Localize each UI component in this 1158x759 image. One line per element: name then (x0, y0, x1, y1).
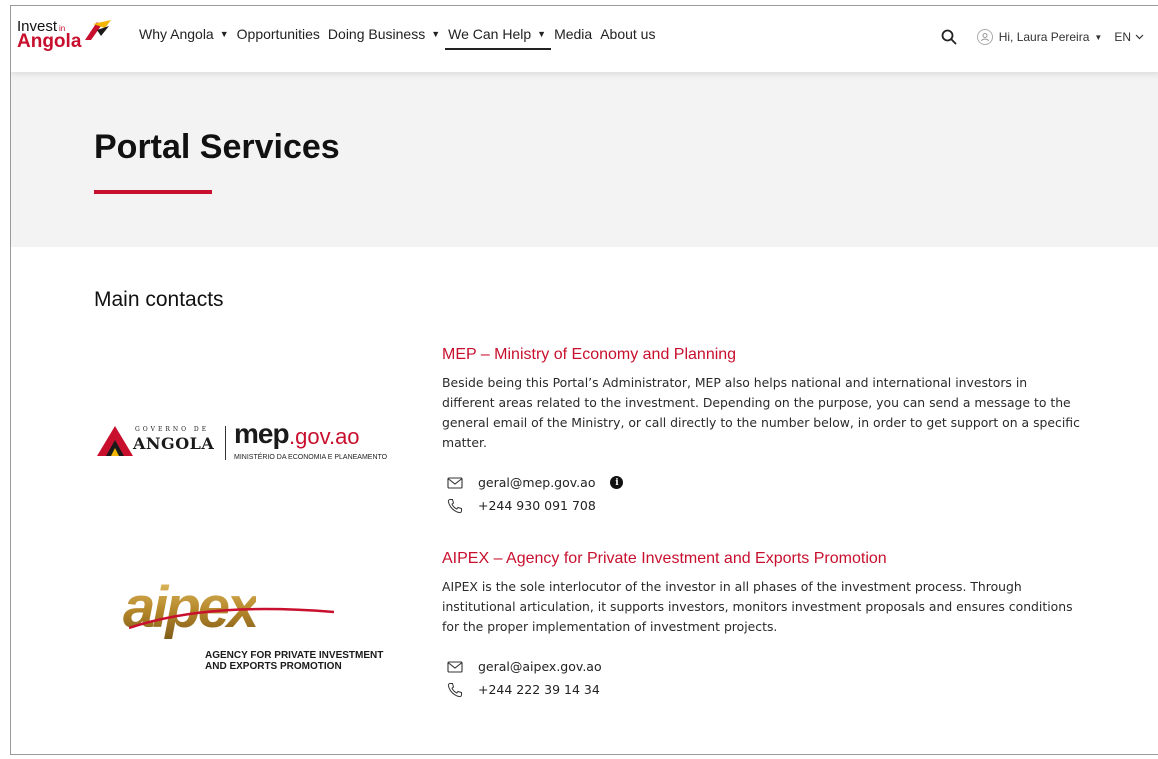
search-icon[interactable] (939, 27, 959, 47)
contact-phone[interactable]: +244 930 091 708 (478, 498, 596, 513)
logo-divider (225, 426, 226, 460)
contact-details: geral@mep.gov.ao i +244 930 091 708 (442, 471, 1082, 517)
contact-email[interactable]: geral@mep.gov.ao (478, 475, 595, 490)
logo-swoosh-icon (129, 607, 335, 630)
logo-arrow-icon (85, 20, 111, 40)
nav-label: Media (554, 26, 593, 42)
language-label: EN (1114, 30, 1131, 44)
nav-opportunities[interactable]: Opportunities (237, 26, 320, 50)
contact-phone[interactable]: +244 222 39 14 34 (478, 682, 600, 697)
site-logo[interactable]: Invest in Angola (17, 18, 117, 58)
nav-label: Opportunities (236, 26, 320, 42)
contact-email-row: geral@aipex.gov.ao (442, 655, 1082, 678)
contact-details: geral@aipex.gov.ao +244 222 39 14 34 (442, 655, 1082, 701)
language-selector[interactable]: EN (1114, 30, 1144, 44)
nav-why-angola[interactable]: Why Angola ▼ (139, 26, 229, 50)
user-menu[interactable]: Hi, Laura Pereira ▼ (976, 29, 1103, 45)
nav-doing-business[interactable]: Doing Business ▼ (328, 26, 440, 50)
logo-country-text: ANGOLA (133, 434, 215, 453)
user-greeting: Hi, Laura Pereira (998, 30, 1090, 44)
contact-email[interactable]: geral@aipex.gov.ao (478, 659, 602, 674)
nav-label: Doing Business (327, 26, 426, 42)
angola-emblem-icon (97, 426, 133, 456)
browser-page: Invest in Angola Why Angola ▼ Opportuniti… (10, 5, 1158, 755)
contact-phone-row: +244 222 39 14 34 (442, 678, 1082, 701)
page-title: Portal Services (94, 128, 340, 166)
logo-ministry-text: MINISTÉRIO DA ECONOMIA E PLANEAMENTO (234, 454, 388, 461)
contact-email-row: geral@mep.gov.ao i (442, 471, 1082, 494)
logo-tagline-2: AND EXPORTS PROMOTION (205, 661, 342, 672)
title-underline (94, 190, 212, 194)
nav-about-us[interactable]: About us (600, 26, 655, 50)
caret-down-icon: ▼ (431, 29, 441, 39)
logo-tagline-1: AGENCY FOR PRIVATE INVESTMENT (205, 650, 384, 661)
contact-title: AIPEX – Agency for Private Investment an… (442, 550, 887, 567)
nav-media[interactable]: Media (554, 26, 592, 50)
nav-label: About us (600, 26, 656, 42)
top-navbar: Invest in Angola Why Angola ▼ Opportuniti… (11, 6, 1158, 72)
phone-icon (446, 682, 464, 698)
caret-down-icon: ▼ (537, 29, 547, 39)
nav-utilities: Hi, Laura Pereira ▼ EN (939, 27, 1144, 47)
nav-label: We Can Help (448, 26, 532, 42)
main-nav: Why Angola ▼ Opportunities Doing Busines… (139, 26, 663, 50)
contact-description: AIPEX is the sole interlocutor of the in… (442, 579, 1073, 634)
section-title: Main contacts (94, 288, 224, 311)
nav-label: Why Angola (139, 26, 214, 42)
logo-gov-text: GOVERNO DE (135, 426, 210, 433)
phone-icon (446, 498, 464, 514)
contact-body: MEP – Ministry of Economy and Planning B… (442, 346, 1082, 517)
contact-phone-row: +244 930 091 708 (442, 494, 1082, 517)
contact-body: AIPEX – Agency for Private Investment an… (442, 550, 1082, 701)
nav-we-can-help[interactable]: We Can Help ▼ (445, 26, 551, 50)
logo-brand-text: mep (234, 418, 290, 449)
caret-down-icon: ▼ (219, 29, 229, 39)
aipex-logo: aipex AGENCY FOR PRIVATE INVESTMENT AND … (123, 575, 413, 682)
mail-icon (446, 659, 464, 675)
user-icon (976, 29, 993, 45)
contact-title: MEP – Ministry of Economy and Planning (442, 346, 737, 363)
caret-down-icon: ▼ (1094, 32, 1103, 42)
mail-icon (446, 475, 464, 491)
chevron-down-icon (1135, 34, 1144, 40)
logo-domain-text: .gov.ao (289, 424, 360, 449)
contact-description: Beside being this Portal’s Administrator… (442, 375, 1080, 450)
info-icon[interactable]: i (610, 476, 624, 489)
mep-logo: GOVERNO DE ANGOLA mep .gov.ao MINISTÉRIO… (97, 418, 417, 464)
page-hero: Portal Services (11, 72, 1158, 247)
logo-tagline: AGENCY FOR PRIVATE INVESTMENT AND EXPORT… (205, 650, 383, 672)
logo-line-2: Angola (17, 31, 82, 52)
